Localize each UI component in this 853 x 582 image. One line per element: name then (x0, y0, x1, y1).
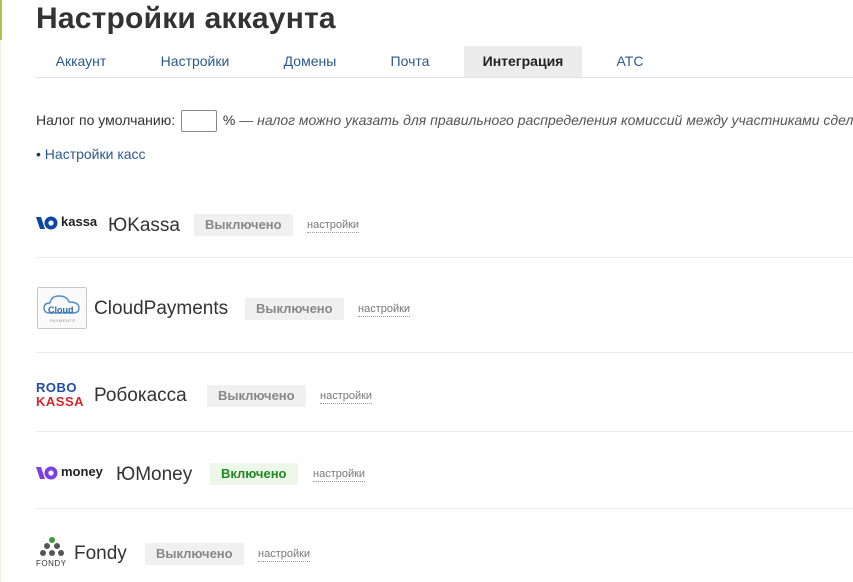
status-badge: Выключено (245, 298, 344, 320)
tax-note: — налог можно указать для правильного ра… (239, 112, 853, 128)
yoomoney-logo-text: money (61, 464, 103, 479)
divider (36, 257, 853, 258)
tab-mail[interactable]: Почта (376, 46, 444, 77)
window-edge (0, 0, 1, 582)
divider (36, 352, 853, 353)
kassa-settings-row: • Настройки касс (36, 146, 146, 162)
robokassa-logo-top: ROBO (36, 380, 77, 395)
cloud-logo-text: Cloud (48, 305, 74, 315)
tax-unit: % (222, 112, 236, 128)
tab-integration[interactable]: Интеграция (464, 46, 582, 77)
yookassa-mark-icon (36, 216, 58, 230)
window-edge-accent (0, 0, 2, 40)
yoomoney-logo: money (36, 464, 112, 481)
cloud-logo-subtext: PAYMENTS (50, 318, 76, 323)
provider-name: ЮKassa (108, 215, 181, 236)
default-tax-row: Налог по умолчанию: % — налог можно указ… (36, 107, 853, 133)
provider-robokassa: ROBO KASSA Робокасса Выключено настройки (36, 378, 853, 432)
provider-yoomoney: money ЮMoney Включено настройки (36, 458, 853, 509)
settings-link[interactable]: настройки (313, 468, 366, 482)
provider-name: Fondy (74, 543, 127, 564)
tax-input[interactable] (180, 110, 217, 133)
fondy-mark-icon (40, 537, 64, 556)
yookassa-logo-text: kassa (61, 214, 98, 229)
cloudpayments-logo: Cloud PAYMENTS (37, 287, 87, 329)
bullet: • (36, 146, 41, 162)
provider-yookassa: kassa ЮKassa Выключено настройки (36, 205, 853, 258)
tab-bar: Аккаунт Настройки Домены Почта Интеграци… (36, 46, 853, 78)
tab-account[interactable]: Аккаунт (36, 46, 126, 77)
status-badge: Выключено (194, 214, 293, 236)
yookassa-logo: kassa (36, 214, 102, 231)
provider-name: CloudPayments (94, 298, 229, 319)
status-badge: Выключено (145, 543, 244, 565)
settings-link[interactable]: настройки (307, 219, 360, 233)
tab-domains[interactable]: Домены (268, 46, 352, 77)
kassa-settings-link[interactable]: Настройки касс (45, 146, 146, 162)
tax-label: Налог по умолчанию: (36, 112, 176, 128)
settings-link[interactable]: настройки (320, 390, 373, 404)
status-badge: Включено (210, 463, 298, 485)
yoomoney-mark-icon (36, 466, 58, 480)
provider-fondy: FONDY Fondy Выключено настройки (36, 534, 853, 578)
fondy-logo: FONDY (36, 536, 68, 570)
provider-cloudpayments: Cloud PAYMENTS CloudPayments Выключено н… (36, 284, 853, 353)
provider-name: Робокасса (94, 385, 187, 406)
page-title: Настройки аккаунта (36, 2, 336, 35)
tab-settings[interactable]: Настройки (144, 46, 246, 77)
provider-name: ЮMoney (116, 464, 193, 485)
settings-link[interactable]: настройки (358, 303, 411, 317)
status-badge: Выключено (207, 385, 306, 407)
robokassa-logo: ROBO KASSA (36, 381, 88, 409)
fondy-logo-text: FONDY (36, 559, 67, 568)
divider (36, 508, 853, 509)
settings-link[interactable]: настройки (258, 548, 311, 562)
tab-ats[interactable]: АТС (606, 46, 654, 77)
divider (36, 431, 853, 432)
robokassa-logo-bottom: KASSA (36, 394, 85, 409)
